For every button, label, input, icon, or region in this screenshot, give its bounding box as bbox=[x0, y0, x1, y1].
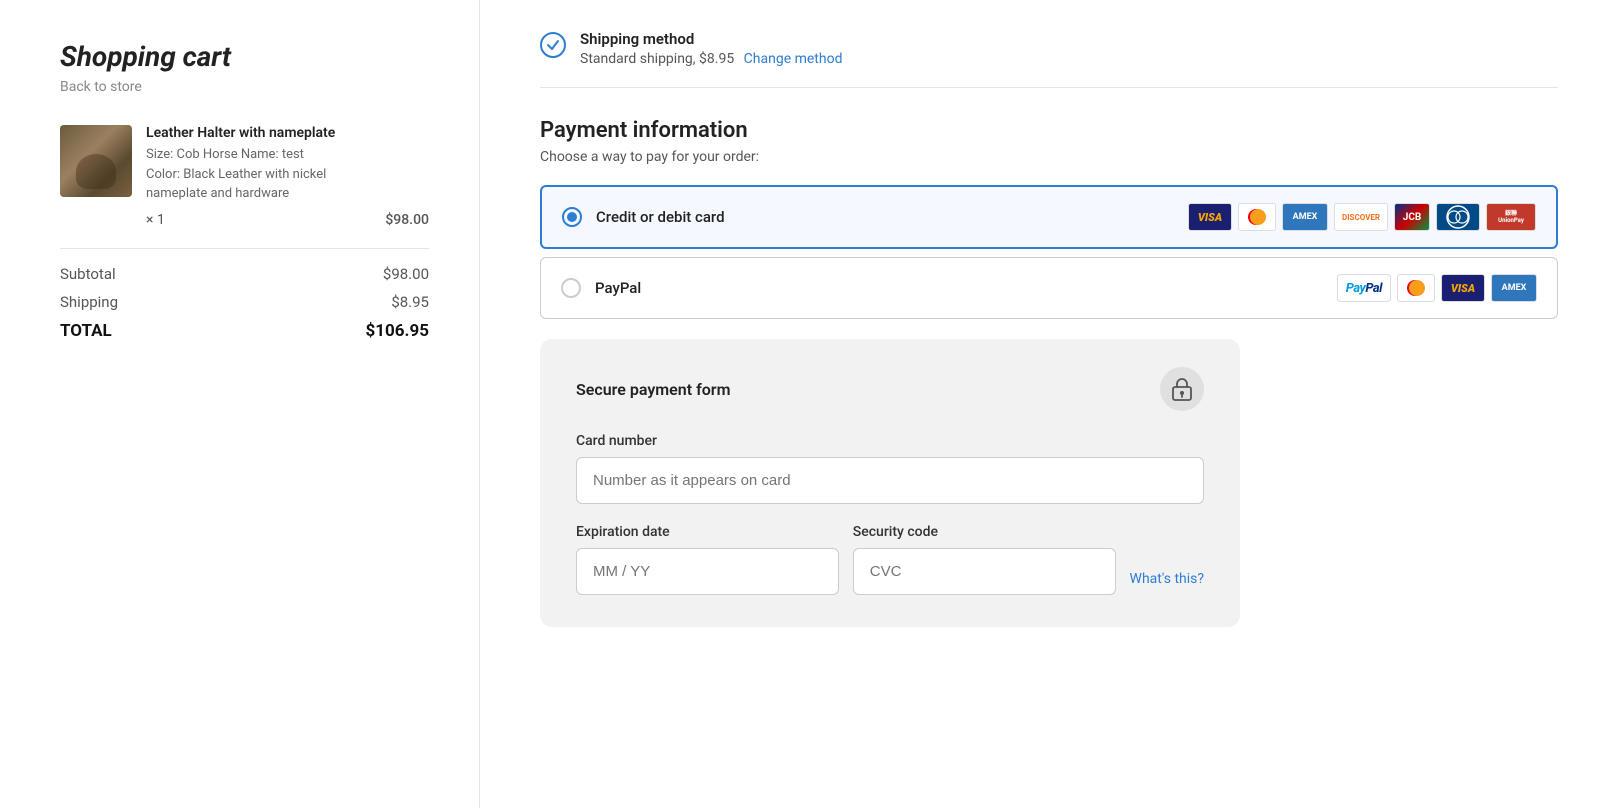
radio-dot bbox=[567, 212, 577, 222]
lock-icon bbox=[1160, 367, 1204, 411]
form-header: Secure payment form bbox=[576, 367, 1204, 411]
shipping-check-icon bbox=[540, 32, 566, 58]
product-qty-price: × 1 $98.00 bbox=[146, 212, 429, 228]
total-label: TOTAL bbox=[60, 321, 112, 341]
product-details: Leather Halter with nameplate Size: Cob … bbox=[146, 125, 429, 228]
expiry-cvc-row: Expiration date Security code What's thi… bbox=[576, 524, 1204, 595]
subtotal-row: Subtotal $98.00 bbox=[60, 265, 429, 283]
cart-item: Leather Halter with nameplate Size: Cob … bbox=[60, 125, 429, 228]
form-title: Secure payment form bbox=[576, 380, 730, 399]
page-title: Shopping cart bbox=[60, 40, 429, 73]
payment-option-credit-card[interactable]: Credit or debit card VISA AMEX DISCOVER … bbox=[540, 185, 1558, 249]
expiry-input[interactable] bbox=[576, 548, 839, 595]
payment-subtitle: Choose a way to pay for your order: bbox=[540, 149, 1558, 165]
cvc-input[interactable] bbox=[853, 548, 1116, 595]
paypal-logo: PayPal bbox=[1337, 274, 1391, 302]
credit-card-icons: VISA AMEX DISCOVER JCB bbox=[1188, 203, 1536, 231]
card-number-label: Card number bbox=[576, 433, 1204, 449]
expiry-label: Expiration date bbox=[576, 524, 839, 540]
expiry-field-group: Expiration date bbox=[576, 524, 839, 595]
payment-title: Payment information bbox=[540, 118, 1558, 143]
whats-this-link[interactable]: What's this? bbox=[1130, 571, 1204, 587]
credit-card-label: Credit or debit card bbox=[596, 208, 1174, 226]
visa-icon: VISA bbox=[1188, 203, 1232, 231]
change-method-link[interactable]: Change method bbox=[744, 51, 843, 67]
diners-icon bbox=[1436, 203, 1480, 231]
radio-credit-card bbox=[562, 207, 582, 227]
shipping-info: Shipping method Standard shipping, $8.95… bbox=[580, 30, 842, 67]
shipping-method-detail: Standard shipping, $8.95 Change method bbox=[580, 51, 842, 67]
product-description: Size: Cob Horse Name: test Color: Black … bbox=[146, 145, 429, 204]
product-name: Leather Halter with nameplate bbox=[146, 125, 429, 141]
shipping-row: Shipping $8.95 bbox=[60, 293, 429, 311]
radio-paypal bbox=[561, 278, 581, 298]
shipping-method-section: Shipping method Standard shipping, $8.95… bbox=[540, 30, 1558, 88]
product-quantity: × 1 bbox=[146, 212, 165, 228]
paypal-visa-icon: VISA bbox=[1441, 274, 1485, 302]
amex-icon: AMEX bbox=[1282, 203, 1328, 231]
discover-icon: DISCOVER bbox=[1334, 203, 1388, 231]
product-price: $98.00 bbox=[385, 212, 429, 228]
payment-option-paypal[interactable]: PayPal PayPal VISA AMEX bbox=[540, 257, 1558, 319]
card-number-input[interactable] bbox=[576, 457, 1204, 504]
unionpay-icon: 銀聯UnionPay bbox=[1486, 203, 1536, 231]
card-number-field-group: Card number bbox=[576, 433, 1204, 524]
back-to-store-link[interactable]: Back to store bbox=[60, 79, 429, 95]
paypal-label: PayPal bbox=[595, 279, 1323, 297]
paypal-amex-icon: AMEX bbox=[1491, 274, 1537, 302]
paypal-mc-icon bbox=[1397, 274, 1435, 302]
shipping-method-label: Shipping method bbox=[580, 30, 842, 48]
subtotal-value: $98.00 bbox=[383, 265, 429, 283]
jcb-icon: JCB bbox=[1394, 203, 1430, 231]
shipping-value: $8.95 bbox=[391, 293, 429, 311]
subtotal-label: Subtotal bbox=[60, 265, 116, 283]
mastercard-icon bbox=[1238, 203, 1276, 231]
cvc-field-group: Security code bbox=[853, 524, 1116, 595]
cvc-label: Security code bbox=[853, 524, 1116, 540]
paypal-icons: PayPal VISA AMEX bbox=[1337, 274, 1537, 302]
shipping-label: Shipping bbox=[60, 293, 118, 311]
total-value: $106.95 bbox=[366, 321, 429, 341]
total-row: TOTAL $106.95 bbox=[60, 321, 429, 341]
divider bbox=[60, 248, 429, 249]
product-image bbox=[60, 125, 132, 197]
secure-payment-form: Secure payment form Card number Expirati… bbox=[540, 339, 1240, 627]
